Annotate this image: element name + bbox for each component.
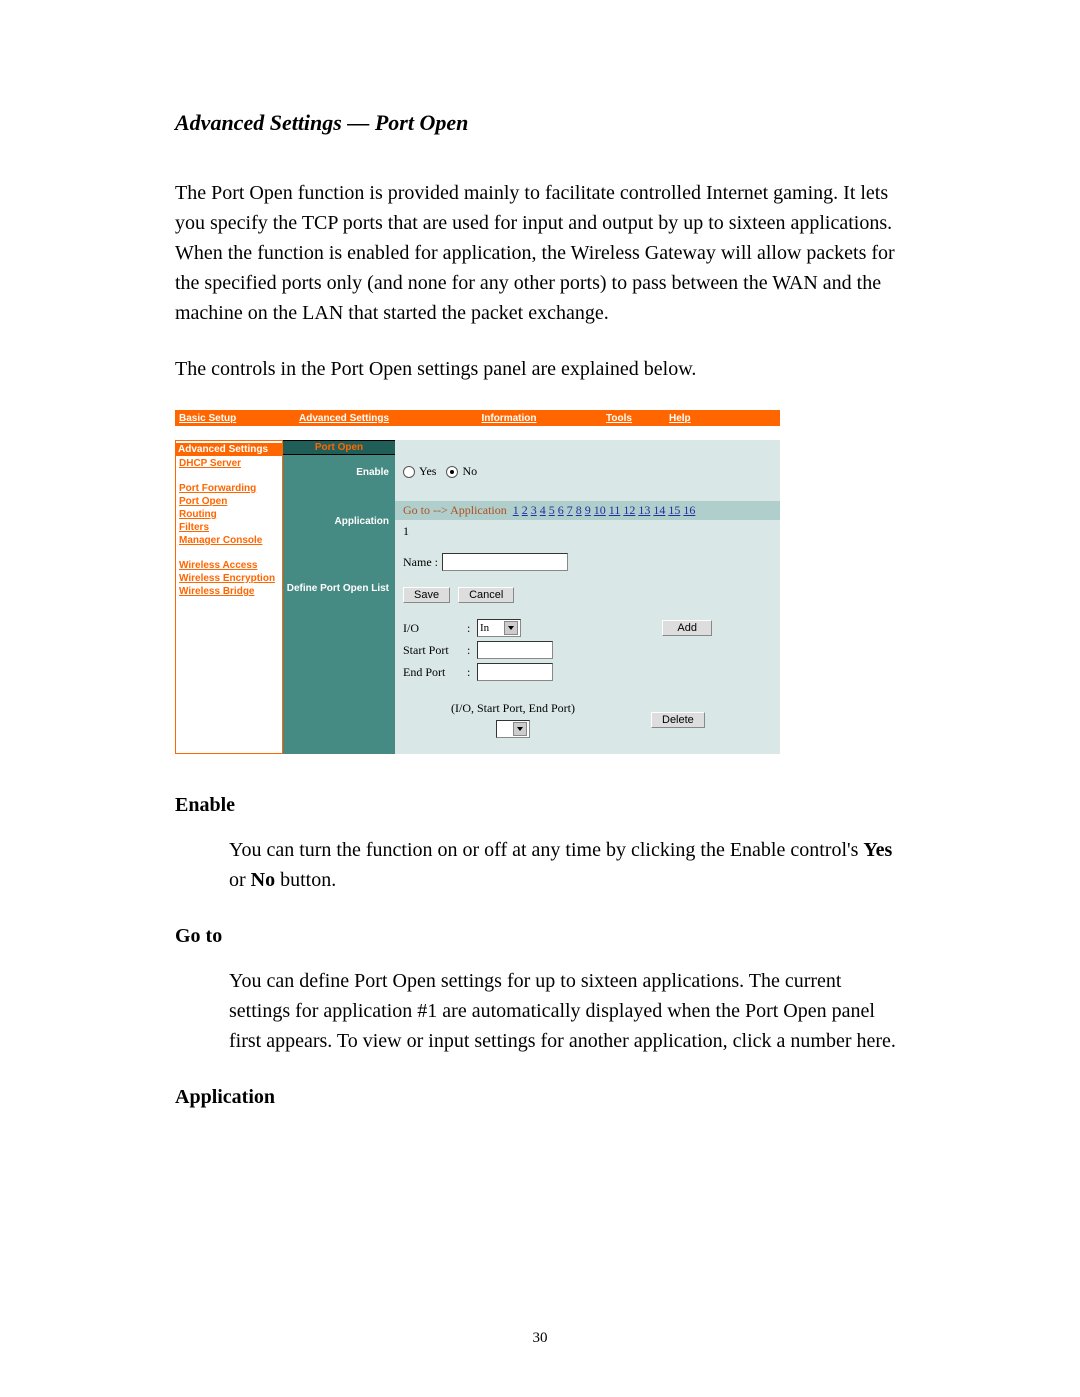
sidebar-item-routing[interactable]: Routing: [179, 509, 279, 520]
sidebar-item-manager-console[interactable]: Manager Console: [179, 535, 279, 546]
entry-select[interactable]: [496, 720, 530, 738]
page-heading: Advanced Settings — Port Open: [175, 110, 905, 136]
nav-gap: [175, 426, 780, 440]
sidebar-title: Advanced Settings: [176, 443, 282, 456]
start-port-label: Start Port: [403, 643, 463, 658]
io-select[interactable]: In: [477, 619, 521, 637]
start-port-input[interactable]: [477, 641, 553, 659]
label-column: Port Open Enable Application Define Port…: [283, 440, 395, 754]
add-button[interactable]: Add: [662, 620, 712, 636]
name-input[interactable]: [442, 553, 568, 571]
enable-row: Yes No: [395, 454, 780, 501]
enable-no-label: No: [462, 464, 477, 479]
page-number: 30: [0, 1330, 1080, 1347]
goto-app-link[interactable]: 10: [594, 503, 606, 517]
application-number: 1: [395, 520, 780, 543]
io-row: I/O : In Add: [403, 619, 772, 637]
chevron-down-icon: [513, 722, 527, 736]
label-define-port-open-list: Define Port Open List: [283, 529, 395, 596]
goto-app-link[interactable]: 1: [513, 503, 519, 517]
entry-column: (I/O, Start Port, End Port): [451, 701, 575, 738]
delete-button[interactable]: Delete: [651, 712, 705, 728]
content-column: Yes No Go to --> Application 12345678910…: [395, 440, 780, 754]
sidebar-item-dhcp[interactable]: DHCP Server: [179, 458, 279, 469]
label-application: Application: [283, 506, 395, 529]
port-open-panel-screenshot: Basic Setup Advanced Settings Informatio…: [175, 410, 780, 754]
cancel-button[interactable]: Cancel: [458, 587, 514, 603]
document-page: Advanced Settings — Port Open The Port O…: [0, 0, 1080, 1397]
radio-icon: [403, 466, 415, 478]
sidebar-item-wireless-encryption[interactable]: Wireless Encryption: [179, 573, 279, 584]
goto-app-link[interactable]: 16: [683, 503, 695, 517]
sidebar-item-filters[interactable]: Filters: [179, 522, 279, 533]
nav-tools[interactable]: Tools: [569, 413, 669, 424]
goto-app-link[interactable]: 5: [549, 503, 555, 517]
end-port-row: End Port :: [403, 663, 772, 681]
goto-app-link[interactable]: 8: [576, 503, 582, 517]
sidebar: Advanced Settings DHCP Server Port Forwa…: [175, 440, 283, 754]
nav-basic-setup[interactable]: Basic Setup: [179, 413, 299, 424]
goto-app-link[interactable]: 11: [609, 503, 621, 517]
save-cancel-row: Save Cancel: [395, 583, 780, 613]
io-label: I/O: [403, 621, 463, 636]
enable-yes-label: Yes: [419, 464, 436, 479]
intro-para-2: The controls in the Port Open settings p…: [175, 354, 905, 384]
sidebar-item-port-open[interactable]: Port Open: [179, 496, 279, 507]
intro-para-1: The Port Open function is provided mainl…: [175, 178, 905, 328]
name-row: Name :: [395, 543, 780, 583]
chevron-down-icon: [504, 621, 518, 635]
end-port-label: End Port: [403, 665, 463, 680]
io-select-value: In: [480, 622, 489, 634]
nav-information[interactable]: Information: [449, 413, 569, 424]
enable-yes-radio[interactable]: Yes: [403, 464, 436, 479]
goto-app-link[interactable]: 14: [653, 503, 665, 517]
goto-app-link[interactable]: 9: [585, 503, 591, 517]
panel-title: Port Open: [283, 440, 395, 455]
end-port-input[interactable]: [477, 663, 553, 681]
enable-no-radio[interactable]: No: [446, 464, 477, 479]
goto-links: 12345678910111213141516: [510, 503, 696, 517]
goto-app-link[interactable]: 2: [522, 503, 528, 517]
goto-app-link[interactable]: 12: [623, 503, 635, 517]
start-port-row: Start Port :: [403, 641, 772, 659]
define-block: I/O : In Add Start Port :: [395, 613, 780, 754]
goto-app-link[interactable]: 3: [531, 503, 537, 517]
section-heading-application: Application: [175, 1086, 905, 1109]
goto-bar: Go to --> Application 123456789101112131…: [395, 501, 780, 520]
entry-caption: (I/O, Start Port, End Port): [451, 701, 575, 716]
section-body-goto: You can define Port Open settings for up…: [229, 966, 905, 1056]
save-button[interactable]: Save: [403, 587, 450, 603]
section-heading-goto: Go to: [175, 925, 905, 948]
label-enable: Enable: [283, 455, 395, 506]
sidebar-item-wireless-access[interactable]: Wireless Access: [179, 560, 279, 571]
goto-prefix: Go to --> Application: [403, 503, 507, 517]
nav-advanced-settings[interactable]: Advanced Settings: [299, 413, 449, 424]
sidebar-item-port-forwarding[interactable]: Port Forwarding: [179, 483, 279, 494]
entry-row: (I/O, Start Port, End Port) Delete: [403, 685, 772, 746]
radio-icon: [446, 466, 458, 478]
goto-app-link[interactable]: 15: [668, 503, 680, 517]
goto-app-link[interactable]: 4: [540, 503, 546, 517]
section-heading-enable: Enable: [175, 794, 905, 817]
top-nav-bar: Basic Setup Advanced Settings Informatio…: [175, 410, 780, 426]
nav-help[interactable]: Help: [669, 413, 691, 424]
goto-app-link[interactable]: 13: [638, 503, 650, 517]
panel-body: Advanced Settings DHCP Server Port Forwa…: [175, 440, 780, 754]
section-body-enable: You can turn the function on or off at a…: [229, 835, 905, 895]
name-label: Name :: [403, 555, 438, 570]
goto-app-link[interactable]: 6: [558, 503, 564, 517]
goto-app-link[interactable]: 7: [567, 503, 573, 517]
sidebar-item-wireless-bridge[interactable]: Wireless Bridge: [179, 586, 279, 597]
